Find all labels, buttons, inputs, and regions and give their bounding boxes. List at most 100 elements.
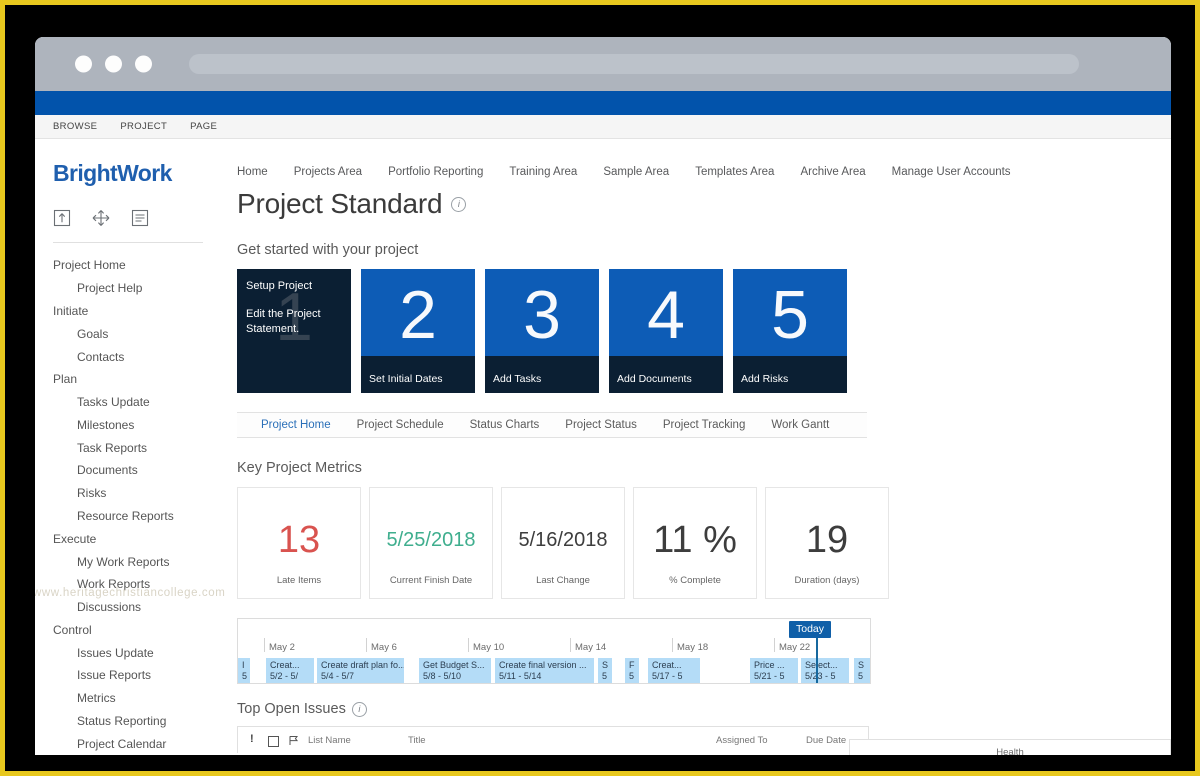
sidebar-item-task-reports[interactable]: Task Reports bbox=[53, 436, 215, 459]
gantt-tick-label: May 2 bbox=[269, 642, 295, 653]
tile-hover-desc: Edit the Project Statement. bbox=[246, 308, 321, 335]
priority-icon[interactable]: ! bbox=[250, 733, 254, 745]
sidebar-item-my-work-reports[interactable]: My Work Reports bbox=[53, 550, 215, 573]
topnav-archive-area[interactable]: Archive Area bbox=[800, 166, 865, 178]
window-minimize-dot[interactable] bbox=[105, 55, 122, 73]
window-maximize-dot[interactable] bbox=[135, 55, 152, 73]
gantt-bar-dates: 5/2 - 5/ bbox=[270, 671, 299, 681]
move-icon[interactable] bbox=[91, 209, 111, 227]
topnav-portfolio-reporting[interactable]: Portfolio Reporting bbox=[388, 166, 483, 178]
metric-label: Duration (days) bbox=[794, 575, 860, 586]
gantt-tick-label: May 18 bbox=[677, 642, 709, 653]
gantt-bar-title: Select... bbox=[805, 660, 838, 670]
today-marker-line bbox=[816, 637, 818, 683]
top-open-issues-title: Top Open Issues bbox=[237, 701, 346, 717]
gantt-bar[interactable]: Create draft plan fo... 5/4 - 5/7 bbox=[317, 658, 404, 683]
list-icon[interactable] bbox=[131, 209, 149, 227]
gantt-bar[interactable]: F 5 bbox=[625, 658, 639, 683]
sidebar-item-project-help[interactable]: Project Help bbox=[53, 277, 215, 300]
topnav-training-area[interactable]: Training Area bbox=[509, 166, 577, 178]
gantt-bar-title: S bbox=[858, 660, 865, 670]
column-title[interactable]: Title bbox=[408, 735, 426, 746]
top-navigation: Home Projects Area Portfolio Reporting T… bbox=[235, 139, 1171, 178]
column-list-name[interactable]: List Name bbox=[308, 735, 351, 746]
sidebar-item-discussions[interactable]: Discussions bbox=[53, 596, 215, 619]
gantt-timescale: May 2 May 6 May 10 May 14 May 18 May 22 bbox=[238, 619, 870, 653]
sidebar-item-tasks-update[interactable]: Tasks Update bbox=[53, 391, 215, 414]
metric-value: 5/25/2018 bbox=[386, 529, 476, 551]
gantt-tick-label: May 10 bbox=[473, 642, 505, 653]
sidebar-item-project-home[interactable]: Project Home bbox=[53, 254, 215, 277]
tab-status-charts[interactable]: Status Charts bbox=[470, 419, 540, 431]
topnav-templates-area[interactable]: Templates Area bbox=[695, 166, 774, 178]
gantt-tick-label: May 22 bbox=[779, 642, 811, 653]
topnav-manage-user-accounts[interactable]: Manage User Accounts bbox=[892, 166, 1011, 178]
tile-label: Add Documents bbox=[617, 373, 692, 385]
tab-project-tracking[interactable]: Project Tracking bbox=[663, 419, 745, 431]
ribbon-tab-project[interactable]: PROJECT bbox=[120, 121, 167, 132]
gantt-bar[interactable]: Creat... 5/17 - 5 bbox=[648, 658, 700, 683]
main-content: Home Projects Area Portfolio Reporting T… bbox=[215, 139, 1171, 755]
tile-setup-project[interactable]: 1 Setup Project Edit the Project Stateme… bbox=[237, 269, 351, 393]
gantt-bar[interactable]: Create final version ... 5/11 - 5/14 bbox=[495, 658, 594, 683]
tab-work-gantt[interactable]: Work Gantt bbox=[771, 419, 829, 431]
topnav-home[interactable]: Home bbox=[237, 166, 268, 178]
gantt-bar[interactable]: I 5 bbox=[238, 658, 250, 683]
sidebar-item-issues-update[interactable]: Issues Update bbox=[53, 641, 215, 664]
gantt-bar[interactable]: Get Budget S... 5/8 - 5/10 bbox=[419, 658, 491, 683]
tile-add-tasks[interactable]: 3 Add Tasks bbox=[485, 269, 599, 393]
gantt-bar[interactable]: Creat... 5/2 - 5/ bbox=[266, 658, 314, 683]
metric-card-current-finish-date: 5/25/2018 Current Finish Date bbox=[369, 487, 493, 599]
tab-project-status[interactable]: Project Status bbox=[565, 419, 637, 431]
sidebar-item-milestones[interactable]: Milestones bbox=[53, 413, 215, 436]
gantt-bar[interactable]: Price ... 5/21 - 5 bbox=[750, 658, 798, 683]
sidebar-item-metrics[interactable]: Metrics bbox=[53, 687, 215, 710]
browser-window: BROWSE PROJECT PAGE BrightWork Project H… bbox=[35, 37, 1171, 755]
sidebar-item-documents[interactable]: Documents bbox=[53, 459, 215, 482]
address-bar[interactable] bbox=[189, 54, 1079, 74]
flag-icon[interactable] bbox=[288, 735, 299, 746]
tile-add-documents[interactable]: 4 Add Documents bbox=[609, 269, 723, 393]
sidebar-item-initiate[interactable]: Initiate bbox=[53, 300, 215, 323]
sidebar-item-status-reporting[interactable]: Status Reporting bbox=[53, 710, 215, 733]
sidebar-item-goals[interactable]: Goals bbox=[53, 322, 215, 345]
sidebar-item-execute[interactable]: Execute bbox=[53, 527, 215, 550]
info-icon[interactable]: i bbox=[351, 701, 367, 717]
sidebar-item-project-calendar[interactable]: Project Calendar bbox=[53, 732, 215, 755]
metric-value: 19 bbox=[805, 519, 849, 561]
gantt-chart[interactable]: May 2 May 6 May 10 May 14 May 18 May 22 … bbox=[237, 618, 871, 684]
tab-project-schedule[interactable]: Project Schedule bbox=[357, 419, 444, 431]
checkbox-icon[interactable] bbox=[268, 736, 279, 750]
sidebar-item-control[interactable]: Control bbox=[53, 619, 215, 642]
window-close-dot[interactable] bbox=[75, 55, 92, 73]
gantt-bar-title: S bbox=[602, 660, 609, 670]
topnav-projects-area[interactable]: Projects Area bbox=[294, 166, 362, 178]
gantt-bar[interactable]: S 5 bbox=[598, 658, 612, 683]
ribbon-tab-browse[interactable]: BROWSE bbox=[53, 121, 97, 132]
sidebar-item-risks[interactable]: Risks bbox=[53, 482, 215, 505]
topnav-sample-area[interactable]: Sample Area bbox=[603, 166, 669, 178]
gantt-bar-title: I bbox=[242, 660, 245, 670]
gantt-bar-title: F bbox=[629, 660, 635, 670]
info-icon[interactable]: i bbox=[451, 196, 467, 212]
top-open-issues-section: Top Open Issues i ! List Name Title Assi… bbox=[237, 701, 869, 753]
sidebar-item-resource-reports[interactable]: Resource Reports bbox=[53, 505, 215, 528]
sidebar-item-work-reports[interactable]: Work Reports bbox=[53, 573, 215, 596]
sidebar-item-issue-reports[interactable]: Issue Reports bbox=[53, 664, 215, 687]
tab-project-home[interactable]: Project Home bbox=[261, 419, 331, 431]
gantt-bar-title: Price ... bbox=[754, 660, 785, 670]
tile-label: Add Tasks bbox=[493, 373, 542, 385]
tile-set-initial-dates[interactable]: 2 Set Initial Dates bbox=[361, 269, 475, 393]
get-started-heading: Get started with your project bbox=[237, 242, 419, 258]
ribbon-tab-page[interactable]: PAGE bbox=[190, 121, 217, 132]
column-assigned-to[interactable]: Assigned To bbox=[716, 735, 768, 746]
sidebar-item-plan[interactable]: Plan bbox=[53, 368, 215, 391]
upload-icon[interactable] bbox=[53, 209, 71, 227]
gantt-bar[interactable]: Select... 5/23 - 5 bbox=[801, 658, 849, 683]
sidebar-divider bbox=[53, 242, 203, 243]
sidebar-item-contacts[interactable]: Contacts bbox=[53, 345, 215, 368]
column-due-date[interactable]: Due Date bbox=[806, 735, 846, 746]
suite-bar bbox=[35, 91, 1171, 115]
tile-add-risks[interactable]: 5 Add Risks bbox=[733, 269, 847, 393]
gantt-bar[interactable]: S 5 bbox=[854, 658, 870, 683]
